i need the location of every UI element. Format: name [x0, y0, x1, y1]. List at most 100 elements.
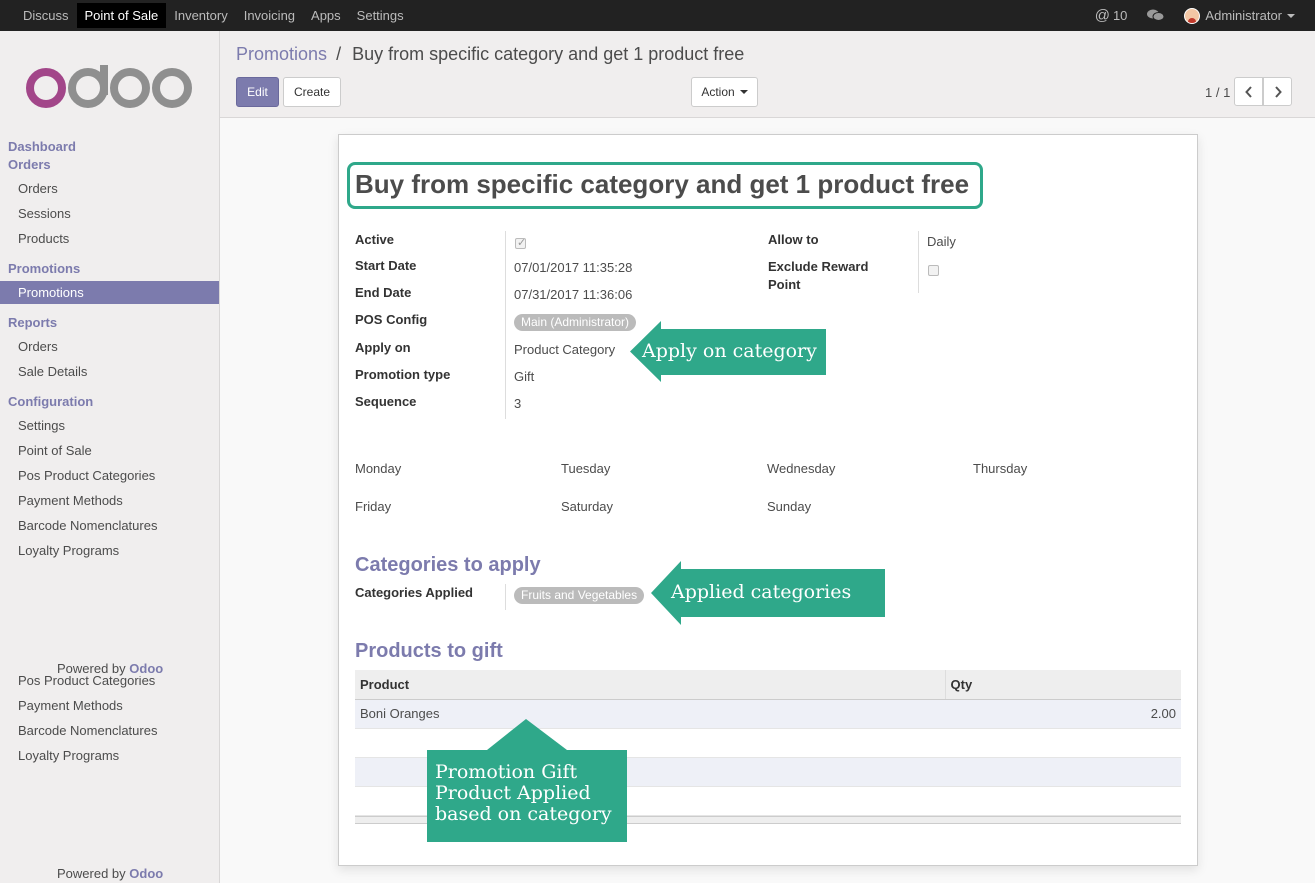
category-tag[interactable]: Fruits and Vegetables — [514, 587, 645, 604]
pos-config-tag[interactable]: Main (Administrator) — [514, 314, 637, 331]
control-panel: Promotions / Buy from specific category … — [220, 31, 1315, 118]
cell-qty: 2.00 — [945, 699, 1181, 729]
sidebar-item-orders[interactable]: Orders — [18, 181, 58, 196]
chevron-left-icon — [1244, 85, 1252, 98]
pager-next-button[interactable] — [1263, 77, 1292, 106]
menu-point-of-sale[interactable]: Point of Sale — [76, 3, 167, 28]
callout-apply-on-text: Apply on category — [642, 340, 817, 362]
top-navbar: Discuss Point of Sale Inventory Invoicin… — [0, 0, 1315, 31]
user-menu[interactable]: Administrator — [1174, 7, 1315, 24]
notifications-button[interactable]: @ 10 — [1085, 7, 1138, 24]
field-divider — [505, 231, 506, 419]
messaging-button[interactable] — [1137, 9, 1174, 22]
powered-by: Powered by Odoo — [57, 661, 168, 676]
label-end-date: End Date — [355, 285, 412, 300]
create-button[interactable]: Create — [283, 77, 341, 107]
callout-gift-line3: based on category — [435, 803, 612, 825]
sidebar-item-sessions[interactable]: Sessions — [18, 206, 71, 221]
powered-by-brand[interactable]: Odoo — [129, 661, 163, 676]
label-categories-applied-text: Categories Applied — [355, 585, 473, 600]
sidebar-item-payment-methods[interactable]: Payment Methods — [18, 493, 123, 508]
sidebar-item-settings[interactable]: Settings — [18, 418, 65, 433]
menu-apps[interactable]: Apps — [303, 0, 349, 31]
day-friday: Friday — [355, 499, 392, 514]
label-apply-on: Apply on — [355, 340, 411, 355]
label-pos-config: POS Config — [355, 312, 428, 327]
column-qty[interactable]: Qty — [944, 670, 1181, 700]
end-date-value: 07/31/2017 11:36:06 — [514, 287, 633, 302]
main-menu: Discuss Point of Sale Inventory Invoicin… — [0, 0, 412, 31]
menu-inventory[interactable]: Inventory — [166, 0, 235, 31]
column-product[interactable]: Product — [355, 670, 945, 700]
menu-invoicing[interactable]: Invoicing — [236, 0, 303, 31]
promotion-type-value: Gift — [514, 369, 535, 384]
label-sequence: Sequence — [355, 394, 417, 409]
sidebar-item-point-of-sale[interactable]: Point of Sale — [18, 443, 92, 458]
sequence-value: 3 — [514, 396, 522, 411]
sidebar-item-loyalty-programs[interactable]: Loyalty Programs — [18, 543, 119, 558]
callout-gift: Promotion Gift Product Applied based on … — [427, 719, 627, 842]
callout-gift-line2: Product Applied — [435, 782, 591, 804]
action-label: Action — [701, 85, 735, 99]
sidebar-item-payment-methods-repeat[interactable]: Payment Methods — [18, 698, 123, 713]
sidebar-head-orders[interactable]: Orders — [8, 157, 51, 172]
sidebar-item-barcode-nomenclatures-repeat[interactable]: Barcode Nomenclatures — [18, 723, 157, 738]
exclude-reward-checkbox[interactable] — [928, 265, 939, 276]
callout-applied-text: Applied categories — [671, 581, 852, 603]
powered-by-text: Powered by — [57, 661, 126, 676]
sidebar: Dashboard Orders Orders Sessions Product… — [0, 31, 220, 883]
powered-by-text: Powered by — [57, 866, 126, 881]
day-sunday: Sunday — [767, 499, 812, 514]
sidebar-item-pos-product-categories[interactable]: Pos Product Categories — [18, 468, 155, 483]
apply-on-value: Product Category — [514, 342, 616, 357]
sidebar-item-report-orders[interactable]: Orders — [18, 339, 58, 354]
record-title: Buy from specific category and get 1 pro… — [355, 169, 970, 199]
label-exclude-reward-line2: Point — [768, 277, 801, 292]
day-tuesday: Tuesday — [561, 461, 611, 476]
avatar — [1184, 7, 1201, 24]
callout-applied: Applied categories — [651, 561, 885, 625]
chat-bubbles-icon — [1147, 9, 1165, 21]
label-active: Active — [355, 232, 395, 247]
sidebar-item-loyalty-programs-repeat[interactable]: Loyalty Programs — [18, 748, 119, 763]
form-view: Buy from specific category and get 1 pro… — [220, 118, 1315, 883]
sidebar-head-dashboard[interactable]: Dashboard — [8, 139, 76, 154]
sidebar-item-sale-details[interactable]: Sale Details — [18, 364, 87, 379]
chevron-down-icon — [1287, 13, 1295, 18]
edit-button[interactable]: Edit — [236, 77, 279, 107]
caret-down-icon — [739, 90, 748, 94]
sidebar-item-products[interactable]: Products — [18, 231, 69, 246]
sidebar-item-barcode-nomenclatures[interactable]: Barcode Nomenclatures — [18, 518, 157, 533]
day-thursday: Thursday — [973, 461, 1028, 476]
pager-value[interactable]: 1 / 1 — [1205, 85, 1230, 100]
section-products-to-gift: Products to gift — [355, 640, 503, 662]
at-icon: @ — [1094, 7, 1110, 24]
day-wednesday: Wednesday — [767, 461, 836, 476]
active-checkbox[interactable] — [515, 236, 526, 249]
label-promotion-type: Promotion type — [355, 367, 451, 382]
breadcrumb-current: Buy from specific category and get 1 pro… — [352, 44, 745, 64]
breadcrumb: Promotions / Buy from specific category … — [236, 44, 744, 65]
breadcrumb-separator: / — [336, 44, 342, 64]
systray: @ 10 Administrator — [1085, 0, 1315, 31]
chevron-right-icon — [1274, 85, 1282, 98]
day-monday: Monday — [355, 461, 402, 476]
callout-gift-line1: Promotion Gift — [435, 761, 578, 783]
field-divider — [505, 584, 506, 610]
sidebar-head-configuration[interactable]: Configuration — [8, 394, 93, 409]
breadcrumb-promotions[interactable]: Promotions — [236, 44, 327, 64]
day-saturday: Saturday — [561, 499, 614, 514]
sidebar-head-promotions[interactable]: Promotions — [8, 261, 80, 276]
pager-previous-button[interactable] — [1234, 77, 1263, 106]
label-exclude-reward: Exclude Reward — [768, 259, 869, 274]
menu-settings[interactable]: Settings — [349, 0, 412, 31]
allow-to-value: Daily — [927, 234, 956, 249]
powered-by-brand[interactable]: Odoo — [129, 866, 163, 881]
start-date-value: 07/01/2017 11:35:28 — [514, 260, 633, 275]
menu-discuss[interactable]: Discuss — [15, 0, 77, 31]
notification-count: 10 — [1112, 8, 1128, 23]
sidebar-head-reports[interactable]: Reports — [8, 315, 57, 330]
label-start-date: Start Date — [355, 258, 417, 273]
action-dropdown[interactable]: Action — [691, 77, 758, 107]
sidebar-item-promotions[interactable]: Promotions — [0, 281, 219, 304]
